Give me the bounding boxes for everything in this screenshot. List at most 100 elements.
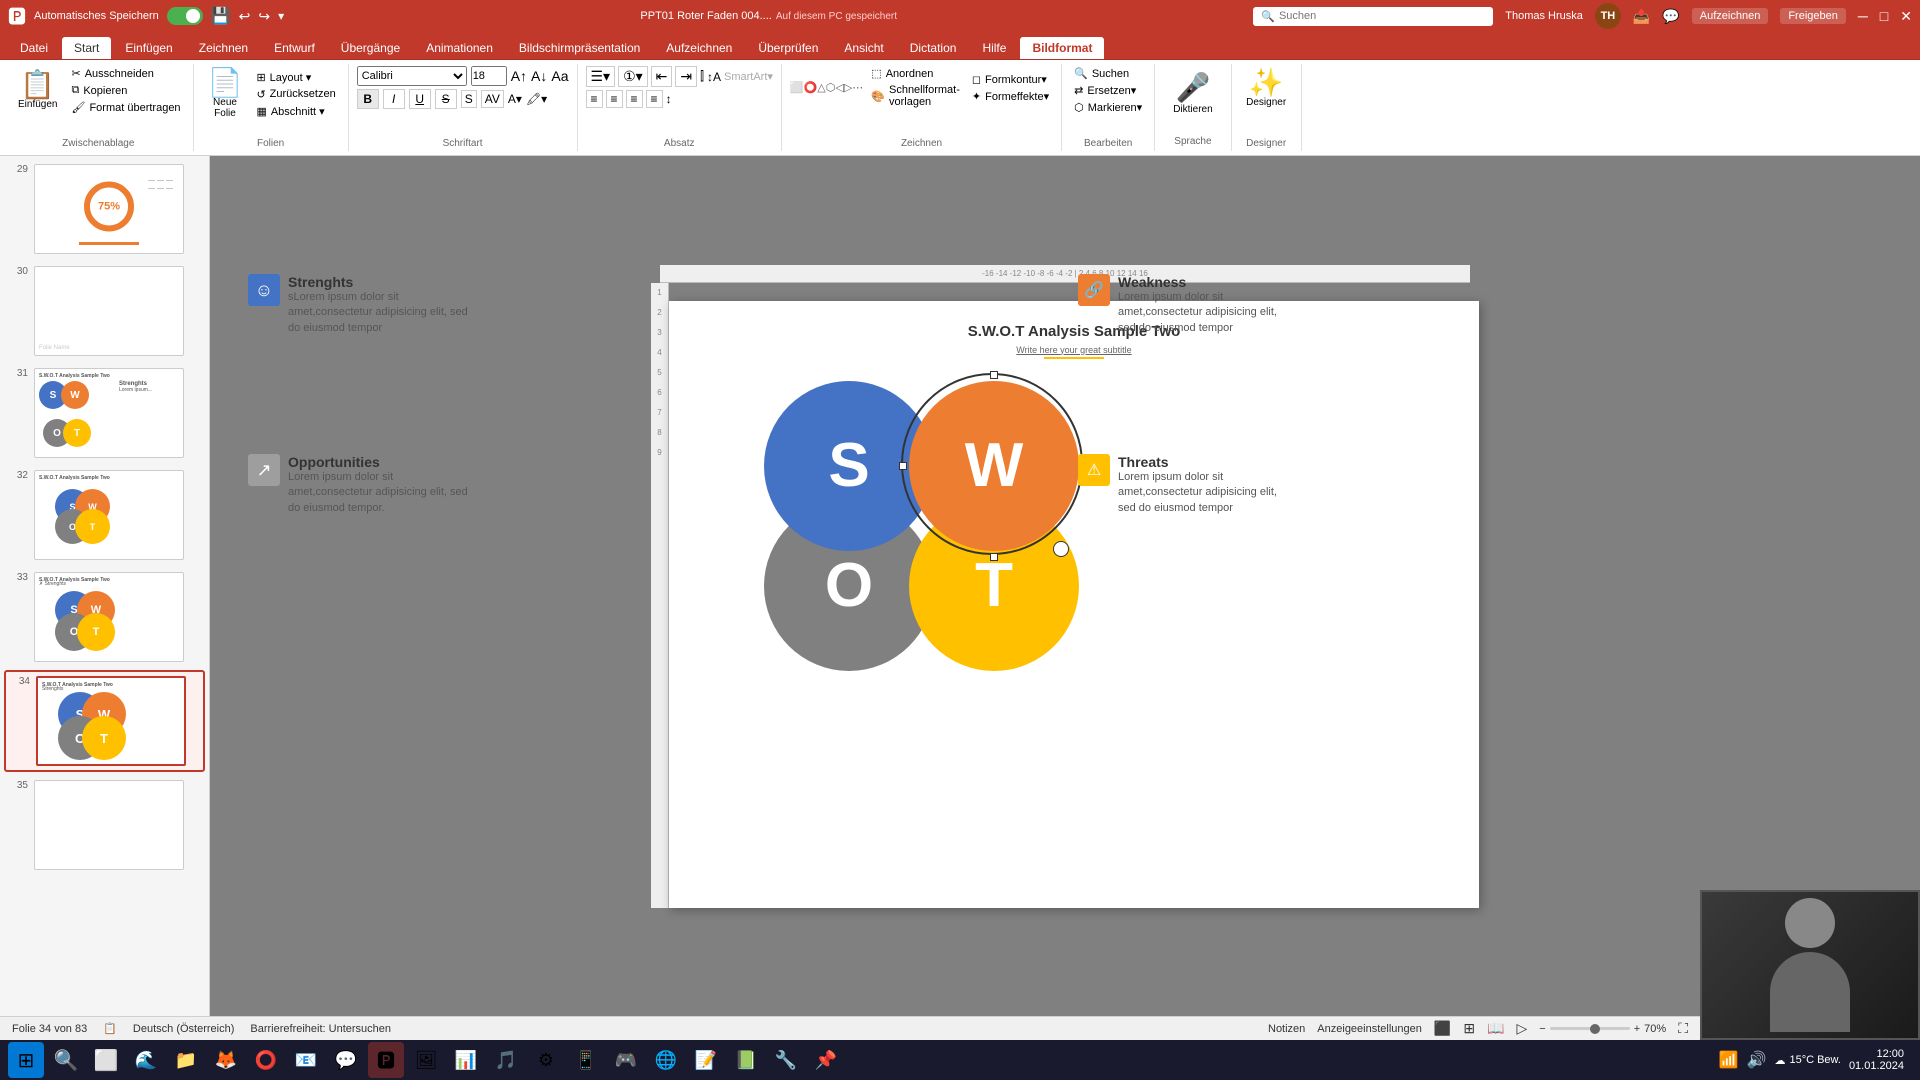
undo-icon[interactable]: ↩ bbox=[239, 8, 251, 25]
taskbar-app2[interactable]: 📊 bbox=[448, 1042, 484, 1078]
minimize-button[interactable]: ─ bbox=[1858, 8, 1868, 24]
taskbar-app5[interactable]: 📱 bbox=[568, 1042, 604, 1078]
zoom-out-button[interactable]: − bbox=[1539, 1023, 1545, 1035]
anordnen-button[interactable]: ⬚Anordnen bbox=[867, 66, 964, 81]
taskbar-app3[interactable]: 🎵 bbox=[488, 1042, 524, 1078]
save-icon[interactable]: 💾 bbox=[211, 6, 231, 26]
tab-bildformat[interactable]: Bildformat bbox=[1020, 37, 1104, 59]
align-left-button[interactable]: ≡ bbox=[586, 90, 603, 108]
freigeben-button[interactable]: Freigeben bbox=[1780, 8, 1846, 24]
start-button[interactable]: ⊞ bbox=[8, 1042, 44, 1078]
clear-format-icon[interactable]: Aa bbox=[551, 68, 568, 84]
align-center-button[interactable]: ≡ bbox=[606, 90, 623, 108]
schnellformat-button[interactable]: 🎨Schnellformat-vorlagen bbox=[867, 83, 964, 109]
font-family-select[interactable]: Calibri bbox=[357, 66, 467, 86]
strikethrough-button[interactable]: S bbox=[435, 89, 457, 109]
quick-access-icon[interactable]: ▾ bbox=[278, 9, 284, 23]
tab-einfuegen[interactable]: Einfügen bbox=[113, 37, 184, 59]
taskbar-firefox[interactable]: 🦊 bbox=[208, 1042, 244, 1078]
bullets-button[interactable]: ☰▾ bbox=[586, 66, 616, 87]
zoom-slider[interactable] bbox=[1550, 1027, 1630, 1030]
fit-to-window-button[interactable]: ⛶ bbox=[1678, 1020, 1688, 1037]
formeffekte-button[interactable]: ✦Formeffekte▾ bbox=[968, 89, 1053, 104]
font-color-button[interactable]: A▾ bbox=[508, 92, 522, 106]
tab-hilfe[interactable]: Hilfe bbox=[970, 37, 1018, 59]
layout-button[interactable]: ⊞ Layout ▾ bbox=[252, 70, 339, 85]
char-spacing-button[interactable]: AV bbox=[481, 90, 504, 108]
increase-indent-button[interactable]: ⇥ bbox=[675, 66, 697, 87]
font-size-decrease-icon[interactable]: A↓ bbox=[531, 68, 547, 84]
suchen-button[interactable]: 🔍Suchen bbox=[1070, 66, 1146, 81]
close-button[interactable]: ✕ bbox=[1900, 8, 1912, 25]
tab-ueberpruefen[interactable]: Überprüfen bbox=[746, 37, 830, 59]
normal-view-button[interactable]: ⬛ bbox=[1434, 1020, 1451, 1037]
taskbar-app10[interactable]: 📌 bbox=[808, 1042, 844, 1078]
move-cursor[interactable]: ✛ bbox=[1053, 541, 1069, 557]
designer-button[interactable]: ✨ Designer bbox=[1240, 66, 1292, 111]
share-icon[interactable]: 📤 bbox=[1633, 8, 1650, 25]
taskbar-app6[interactable]: 🎮 bbox=[608, 1042, 644, 1078]
slide-item-31[interactable]: 31 S.W.O.T Analysis Sample Two S W O T S… bbox=[4, 364, 205, 462]
diktieren-button[interactable]: 🎤 Diktieren bbox=[1167, 68, 1218, 118]
taskbar-taskview[interactable]: ⬜ bbox=[88, 1042, 124, 1078]
zuruecksetzen-button[interactable]: ↺ Zurücksetzen bbox=[252, 87, 339, 102]
search-bar[interactable]: 🔍 bbox=[1253, 7, 1493, 26]
text-direction-button[interactable]: ↕A bbox=[707, 70, 721, 84]
reading-view-button[interactable]: 📖 bbox=[1487, 1020, 1504, 1037]
taskbar-chrome[interactable]: ⭕ bbox=[248, 1042, 284, 1078]
slide-canvas[interactable]: S.W.O.T Analysis Sample Two Write here y… bbox=[669, 301, 1479, 908]
markieren-button[interactable]: ⬡Markieren▾ bbox=[1070, 100, 1146, 115]
swot-circle-w[interactable]: W ✛ bbox=[909, 381, 1079, 551]
tab-bildschirmpraesentation[interactable]: Bildschirmpräsentation bbox=[507, 37, 652, 59]
taskbar-explorer[interactable]: 📁 bbox=[168, 1042, 204, 1078]
line-spacing-button[interactable]: ↕ bbox=[666, 92, 672, 106]
abschnitt-button[interactable]: ▦ Abschnitt ▾ bbox=[252, 104, 339, 119]
tab-dictation[interactable]: Dictation bbox=[898, 37, 969, 59]
taskbar-edge[interactable]: 🌊 bbox=[128, 1042, 164, 1078]
slide-item-29[interactable]: 29 75% — — —— — — bbox=[4, 160, 205, 258]
underline-button[interactable]: U bbox=[409, 89, 431, 109]
numbering-button[interactable]: ①▾ bbox=[618, 66, 648, 87]
shadow-button[interactable]: S bbox=[461, 90, 477, 108]
taskbar-powerpoint[interactable]: 🅿 bbox=[368, 1042, 404, 1078]
tab-animationen[interactable]: Animationen bbox=[414, 37, 505, 59]
slide-item-30[interactable]: 30 Folie Name bbox=[4, 262, 205, 360]
font-size-increase-icon[interactable]: A↑ bbox=[511, 68, 527, 84]
tab-aufzeichnen[interactable]: Aufzeichnen bbox=[654, 37, 744, 59]
tab-datei[interactable]: Datei bbox=[8, 37, 60, 59]
taskbar-photos[interactable]: 🖼 bbox=[408, 1042, 444, 1078]
justify-button[interactable]: ≡ bbox=[646, 90, 663, 108]
sel-handle-right[interactable] bbox=[1081, 462, 1089, 470]
taskbar-search[interactable]: 🔍 bbox=[48, 1042, 84, 1078]
italic-button[interactable]: I bbox=[383, 89, 405, 109]
ausschneiden-button[interactable]: ✂ Ausschneiden bbox=[67, 66, 184, 81]
slide-item-35[interactable]: 35 bbox=[4, 776, 205, 874]
tab-entwurf[interactable]: Entwurf bbox=[262, 37, 327, 59]
record-button[interactable]: Aufzeichnen bbox=[1692, 8, 1769, 24]
user-avatar[interactable]: TH bbox=[1595, 3, 1621, 29]
taskbar-outlook[interactable]: 📧 bbox=[288, 1042, 324, 1078]
bold-button[interactable]: B bbox=[357, 89, 379, 109]
slide-sorter-button[interactable]: ⊞ bbox=[1463, 1020, 1475, 1037]
kopieren-button[interactable]: ⧉ Kopieren bbox=[67, 83, 184, 98]
sel-handle-bottom[interactable] bbox=[990, 553, 998, 561]
search-input[interactable] bbox=[1279, 10, 1459, 22]
einfuegen-button[interactable]: 📋 Einfügen bbox=[12, 68, 63, 113]
taskbar-app9[interactable]: 🔧 bbox=[768, 1042, 804, 1078]
sel-handle-left[interactable] bbox=[899, 462, 907, 470]
redo-icon[interactable]: ↪ bbox=[258, 8, 270, 25]
tab-ansicht[interactable]: Ansicht bbox=[832, 37, 895, 59]
zoom-in-button[interactable]: + bbox=[1634, 1023, 1640, 1035]
tab-start[interactable]: Start bbox=[62, 37, 111, 59]
formkontur-button[interactable]: ◻Formkontur▾ bbox=[968, 72, 1053, 87]
autosave-toggle[interactable] bbox=[167, 7, 203, 25]
taskbar-app4[interactable]: ⚙ bbox=[528, 1042, 564, 1078]
taskbar-app7[interactable]: 🌐 bbox=[648, 1042, 684, 1078]
slide-item-33[interactable]: 33 S.W.O.T Analysis Sample Two ✗ Strengh… bbox=[4, 568, 205, 666]
taskbar-app8[interactable]: 📝 bbox=[688, 1042, 724, 1078]
neue-folie-button[interactable]: 📄 NeueFolie bbox=[202, 66, 249, 122]
columns-button[interactable]: ⫿ bbox=[700, 69, 704, 84]
taskbar-teams[interactable]: 💬 bbox=[328, 1042, 364, 1078]
tab-uebergaenge[interactable]: Übergänge bbox=[329, 37, 412, 59]
slide-item-32[interactable]: 32 S.W.O.T Analysis Sample Two S W O T bbox=[4, 466, 205, 564]
